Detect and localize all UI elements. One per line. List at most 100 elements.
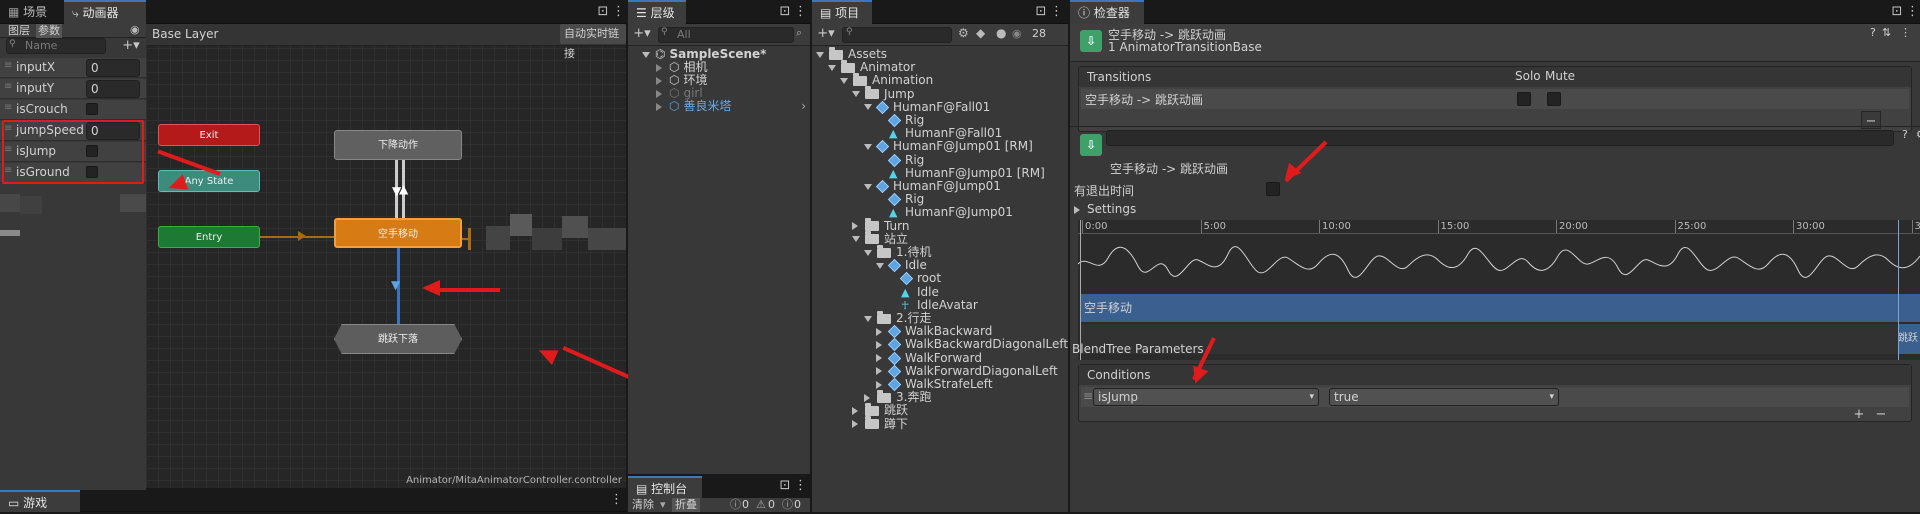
chevron-right-icon[interactable] [656, 64, 662, 72]
settings-icon[interactable]: ⇅ [1882, 26, 1891, 39]
solo-checkbox[interactable] [1517, 92, 1531, 106]
project-item[interactable]: ☥IdleAvatar [888, 299, 978, 312]
drag-handle-icon[interactable]: ≡ [4, 81, 12, 92]
add-param-button[interactable]: +▾ [120, 36, 142, 56]
param-row[interactable]: ≡isCrouch [0, 100, 146, 120]
transition-start-marker[interactable] [1898, 220, 1899, 360]
chevron-right-icon[interactable] [876, 341, 882, 349]
chevron-down-icon[interactable] [864, 144, 872, 150]
project-item[interactable]: WalkForward [876, 352, 982, 365]
chevron-right-icon[interactable] [864, 394, 870, 402]
auto-live-link-button[interactable]: 自动实时链接 [560, 24, 626, 44]
project-item[interactable]: ▲HumanF@Jump01 [876, 206, 1013, 219]
project-item[interactable]: ▲HumanF@Jump01 [RM] [876, 167, 1045, 180]
remove-condition-button[interactable]: − [1871, 407, 1891, 423]
project-item[interactable]: Animator [828, 61, 915, 74]
condition-value-select[interactable]: true▾ [1329, 388, 1559, 406]
chevron-right-icon[interactable] [876, 381, 882, 389]
tab-console[interactable]: ▤ 控制台 [628, 476, 702, 500]
state-move[interactable]: 空手移动 [334, 218, 462, 248]
scene-search-icon[interactable]: ⌕ [796, 26, 802, 40]
chevron-right-icon[interactable] [656, 103, 662, 111]
param-search-input[interactable]: Name [6, 38, 106, 54]
timeline-from-clip[interactable]: 空手移动 [1080, 294, 1538, 322]
chevron-right-icon[interactable]: › [801, 100, 806, 113]
animator-graph[interactable]: Base Layer 自动实时链接 Exit Any State Entry 下… [146, 24, 626, 488]
chevron-down-icon[interactable] [864, 316, 872, 322]
chevron-right-icon[interactable] [852, 407, 858, 415]
kebab-menu-icon[interactable]: ⋮ [794, 476, 804, 496]
state-jump[interactable]: 跳跃下落 [334, 324, 462, 354]
hierarchy-item[interactable]: ⬡善良米塔› [656, 100, 810, 113]
project-item[interactable]: Jump [852, 88, 914, 101]
chevron-down-icon[interactable] [852, 91, 860, 97]
param-value-field[interactable]: 0 [86, 80, 140, 98]
settings-foldout[interactable]: Settings [1074, 200, 1136, 218]
project-item[interactable]: 站立 [852, 233, 908, 246]
project-item[interactable]: 跳跃 [852, 404, 908, 417]
tab-layers[interactable]: 图层 [8, 24, 30, 38]
project-search-input[interactable] [842, 27, 952, 43]
param-row[interactable]: ≡inputX0 [0, 58, 146, 78]
chevron-down-icon[interactable] [642, 52, 650, 58]
chevron-down-icon[interactable] [852, 236, 860, 242]
label-icon[interactable]: ◆ [976, 26, 985, 40]
error-icon[interactable]: ⓘ [782, 498, 793, 512]
warning-filter-icon[interactable]: ● [996, 26, 1006, 40]
settings-icon[interactable]: ⚙ [1916, 128, 1920, 141]
project-item[interactable]: root [888, 272, 941, 285]
chevron-right-icon[interactable] [852, 222, 858, 230]
help-icon[interactable]: ? [1902, 128, 1908, 141]
drag-handle-icon[interactable]: ≡ [4, 60, 12, 71]
timeline-to-clip[interactable]: 跳跃 [1898, 324, 1920, 354]
condition-row[interactable]: ≡ isJump▾ true▾ [1081, 387, 1909, 407]
lock-icon[interactable]: ⊡ [1890, 2, 1904, 22]
condition-param-select[interactable]: isJump▾ [1093, 388, 1319, 406]
hierarchy-item[interactable]: ⌬SampleScene* [642, 48, 810, 61]
has-exit-time-checkbox[interactable] [1266, 182, 1280, 196]
project-item[interactable]: WalkStrafeLeft [876, 378, 993, 391]
project-item[interactable]: HumanF@Fall01 [864, 101, 990, 114]
kebab-menu-icon[interactable]: ⋮ [1900, 26, 1911, 39]
project-item[interactable]: Assets [816, 48, 887, 61]
breadcrumb[interactable]: Base Layer [152, 27, 219, 41]
project-item[interactable]: ▲Idle [888, 286, 939, 299]
create-button[interactable]: +▾ [630, 24, 654, 44]
chevron-down-icon[interactable] [864, 250, 872, 256]
add-condition-button[interactable]: + [1849, 407, 1869, 423]
project-item[interactable]: Rig [876, 193, 924, 206]
chevron-down-icon[interactable] [840, 78, 848, 84]
mute-checkbox[interactable] [1547, 92, 1561, 106]
project-item[interactable]: ▲HumanF@Fall01 [876, 127, 1002, 140]
transition-row[interactable]: 空手移动 -> 跳跃动画 [1081, 89, 1909, 109]
kebab-menu-icon[interactable]: ⋮ [612, 2, 622, 22]
project-item[interactable]: Idle [876, 259, 927, 272]
project-item[interactable]: Rig [876, 114, 924, 127]
timeline-from-clip-tail[interactable] [1538, 294, 1920, 322]
param-bool-checkbox[interactable] [86, 103, 98, 115]
chevron-down-icon[interactable] [864, 104, 872, 110]
clear-button[interactable]: 清除 [632, 498, 654, 512]
lock-icon[interactable]: ⊡ [778, 476, 792, 496]
eye-icon[interactable]: ◉ [1012, 27, 1022, 40]
timeline-playhead[interactable] [1080, 220, 1081, 360]
tab-animator[interactable]: ⤷ 动画器 [64, 0, 146, 24]
create-button[interactable]: +▾ [814, 24, 838, 44]
hierarchy-item[interactable]: ⬡girl [656, 87, 810, 100]
chevron-right-icon[interactable] [876, 354, 882, 362]
project-item[interactable]: Animation [840, 74, 933, 87]
collapse-button[interactable]: 折叠 [672, 498, 700, 512]
param-row[interactable]: ≡inputY0 [0, 79, 146, 99]
tab-inspector[interactable]: ⓘ 检查器 [1070, 0, 1144, 24]
transition-timeline[interactable]: 0:005:0010:0015:0020:0025:0030:0035:00 空… [1078, 220, 1920, 360]
tab-scene[interactable]: ▦ 场景 [0, 0, 57, 24]
project-item[interactable]: HumanF@Jump01 [864, 180, 1001, 193]
lock-icon[interactable]: ⊡ [1034, 2, 1048, 22]
chevron-down-icon[interactable] [828, 65, 836, 71]
state-fall[interactable]: 下降动作 [334, 130, 462, 160]
state-entry[interactable]: Entry [158, 226, 260, 248]
project-item[interactable]: HumanF@Jump01 [RM] [864, 140, 1033, 153]
hierarchy-item[interactable]: ⬡相机 [656, 61, 810, 74]
drag-handle-icon[interactable]: ≡ [4, 102, 12, 113]
chevron-right-icon[interactable] [876, 367, 882, 375]
